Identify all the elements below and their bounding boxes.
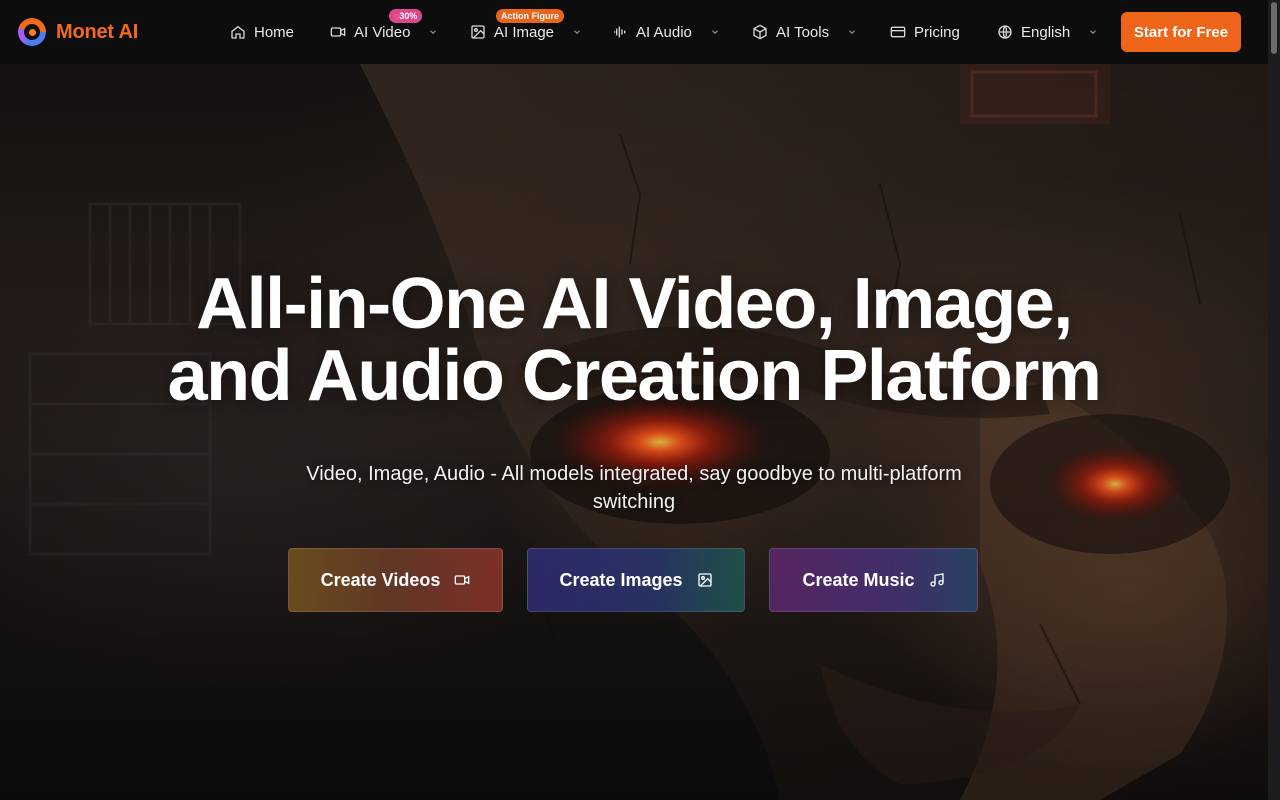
brand-name: Monet AI (56, 20, 139, 43)
action-figure-badge: Action Figure (496, 9, 564, 23)
card-icon (890, 26, 906, 38)
nav-item-label: English (1021, 23, 1071, 41)
nav-item-ai-audio[interactable]: AI Audio (612, 20, 720, 44)
top-navbar: Monet AI Home AI Video ◌30% AI Image Act… (0, 0, 1268, 64)
video-camera-icon (330, 27, 346, 37)
page-scrollbar[interactable] (1268, 0, 1280, 800)
nav-item-label: Home (254, 23, 295, 41)
nav-item-label: AI Tools (776, 23, 830, 41)
button-label: Create Videos (320, 569, 441, 590)
nav-item-label: Pricing (914, 23, 960, 41)
nav-item-label: AI Image (494, 23, 555, 41)
nav-item-home[interactable]: Home (230, 20, 294, 44)
globe-icon (998, 25, 1012, 39)
hero-subtitle: Video, Image, Audio - All models integra… (306, 463, 962, 513)
chevron-down-icon (849, 30, 855, 34)
monet-logo-icon (18, 18, 46, 46)
create-music-button[interactable]: Create Music (769, 548, 978, 612)
chevron-down-icon (574, 30, 580, 34)
home-icon (231, 25, 245, 39)
image-edit-icon (471, 25, 485, 39)
chevron-down-icon (712, 30, 718, 34)
button-label: Create Music (802, 569, 915, 590)
cube-icon (753, 24, 767, 40)
music-note-icon (929, 573, 944, 587)
nav-item-ai-video[interactable]: AI Video (330, 20, 438, 44)
hero-title-line-1: All-in-One AI Video, Image, (196, 264, 1073, 344)
image-edit-icon (697, 573, 712, 587)
nav-item-label: AI Video (354, 23, 411, 41)
chevron-down-icon (430, 30, 437, 34)
hero-title-line-2: and Audio Creation Platform (167, 336, 1102, 416)
nav-item-ai-tools[interactable]: AI Tools (752, 20, 857, 44)
nav-item-pricing[interactable]: Pricing (890, 20, 960, 44)
hero-title: All-in-One AI Video, Image, and Audio Cr… (0, 268, 1268, 412)
hero-background-image (0, 64, 1268, 800)
audio-wave-icon (614, 26, 626, 38)
video-camera-icon (455, 575, 470, 585)
nav-item-label: AI Audio (636, 23, 692, 41)
create-images-button[interactable]: Create Images (527, 548, 745, 612)
nav-item-ai-image[interactable]: AI Image (470, 20, 582, 44)
create-videos-button[interactable]: Create Videos (288, 548, 503, 612)
brand-logo-link[interactable]: Monet AI (18, 18, 138, 46)
language-selector[interactable]: English (997, 20, 1098, 44)
start-for-free-button[interactable]: Start for Free (1121, 12, 1241, 52)
scrollbar-thumb[interactable] (1271, 2, 1277, 54)
discount-badge: ◌30% (389, 9, 423, 23)
chevron-down-icon (1090, 30, 1097, 34)
button-label: Create Images (559, 569, 683, 590)
